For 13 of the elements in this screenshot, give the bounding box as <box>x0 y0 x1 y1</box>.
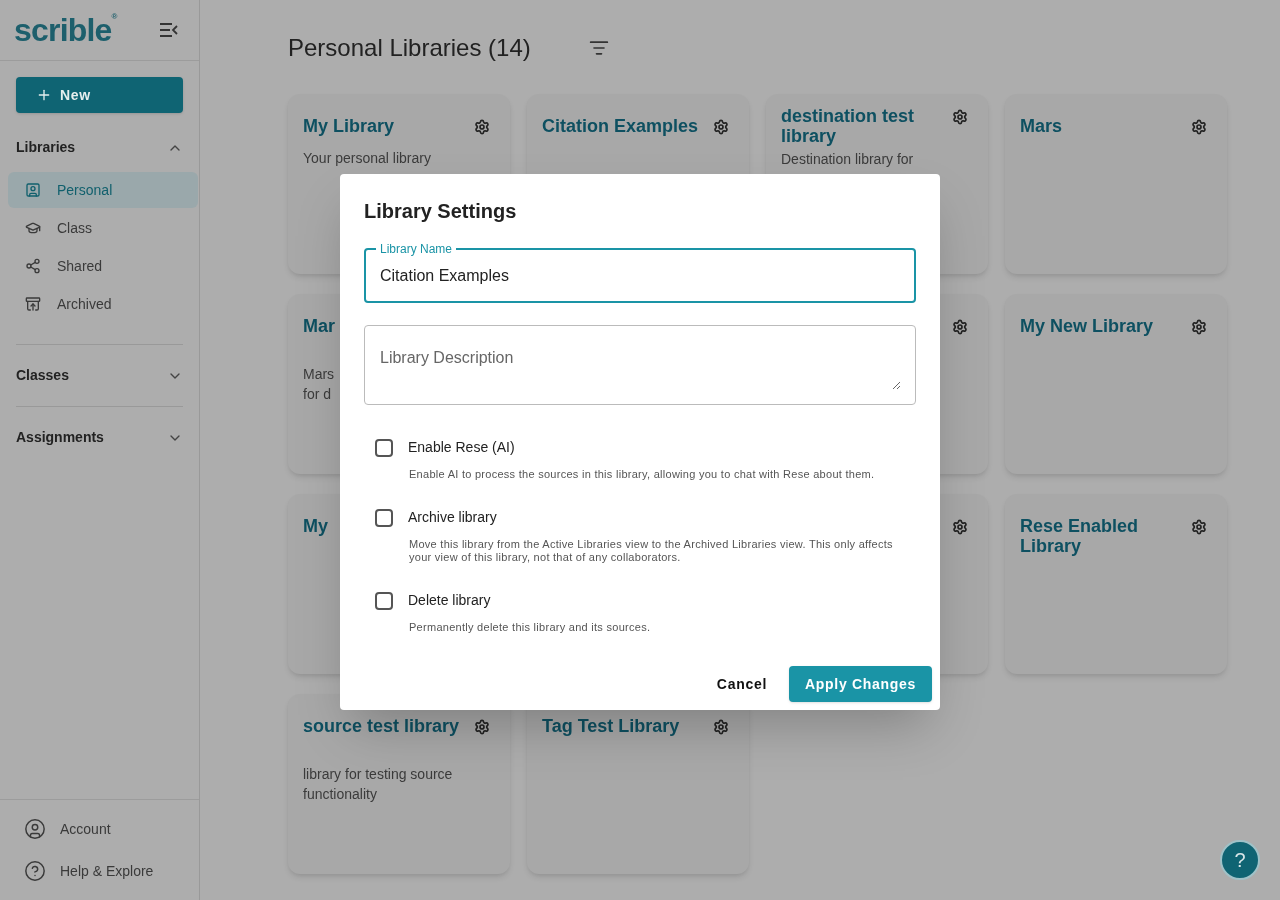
checkbox-label: Enable Rese (AI) <box>408 438 515 457</box>
dialog-title: Library Settings <box>364 199 518 224</box>
option-description: Permanently delete this library and its sources. <box>409 621 652 634</box>
option-description: Enable AI to process the sources in this library, allowing you to chat with Rese about them. <box>409 468 876 481</box>
page-title: Personal Libraries (14) <box>288 33 531 63</box>
option-description: Move this library from the Active Libraries view to the Archived Libraries view. This only affects your view of this library, not that of any collaborators. <box>409 538 894 564</box>
library-description: Mars for d <box>303 365 336 404</box>
library-description: library for testing source functionality <box>303 765 454 804</box>
library-description: Destination library for <box>781 150 915 169</box>
library-description: Your personal library <box>303 149 432 168</box>
checkbox-label: Archive library <box>408 508 497 527</box>
field-label: Library Name <box>376 242 457 256</box>
checkbox-label: Delete library <box>408 591 491 610</box>
